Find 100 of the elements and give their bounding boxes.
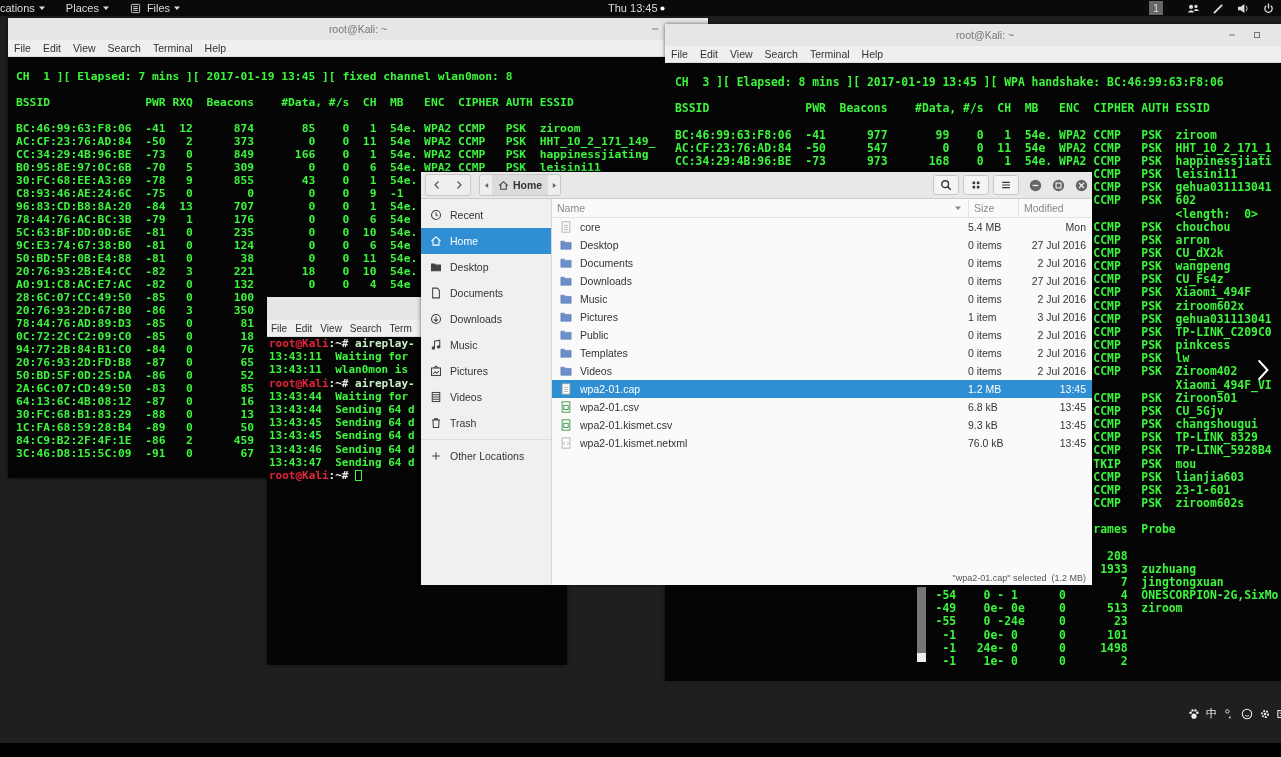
smiley-icon[interactable] <box>1241 707 1253 720</box>
sidebar-item[interactable]: Downloads <box>421 306 551 332</box>
clock[interactable]: Thu 13:45 <box>608 1 658 15</box>
terminal-line: 13:43:11 Waiting for <box>269 350 409 364</box>
file-row[interactable]: core 5.4 MB Mon <box>552 218 1092 236</box>
minimize-icon[interactable] <box>1029 178 1042 192</box>
terminal-line: CCMP PSK CU_dX2k <box>1093 247 1224 261</box>
menu-item[interactable]: Edit <box>42 41 61 55</box>
terminal-line: 7 jingtongxuan <box>1119 575 1224 589</box>
folder-icon <box>560 347 572 359</box>
column-header[interactable]: Modified <box>1018 199 1092 217</box>
sidebar-item[interactable]: Videos <box>421 384 551 410</box>
terminal-line: CCMP PSK ziroom602s <box>1093 496 1245 511</box>
folder-icon <box>560 365 572 377</box>
column-header[interactable]: Size <box>968 199 1018 217</box>
folder-icon <box>560 329 572 341</box>
menu-item[interactable]: File <box>14 41 31 55</box>
folder-icon <box>560 275 572 287</box>
trash-icon <box>430 417 442 429</box>
file-row[interactable]: wpa2-01.cap 1.2 MB 13:45 <box>552 380 1092 398</box>
menu-item[interactable]: View <box>73 41 96 55</box>
people-icon[interactable] <box>1187 2 1200 14</box>
sort-caret-icon[interactable] <box>954 204 962 212</box>
file-size: 9.3 kB <box>968 419 999 431</box>
sidebar-item[interactable]: Home <box>421 228 551 254</box>
sidebar-item[interactable]: Music <box>421 332 551 358</box>
column-header[interactable]: Name <box>552 199 954 217</box>
spreadsheet-icon <box>560 419 572 431</box>
menu-item[interactable]: Terminal <box>809 47 850 61</box>
menu-item[interactable]: Search <box>107 41 141 55</box>
terminal-line: 50:BD:5F:0D:25:DA -86 0 52 <box>16 369 255 382</box>
terminal-line: 208 <box>1106 549 1128 563</box>
scrollbar[interactable] <box>917 587 926 662</box>
file-row[interactable]: Documents 0 items 2 Jul 2016 <box>552 254 1092 272</box>
menu-item[interactable]: Edit <box>699 47 718 61</box>
terminal-line: BC:46:99:63:F8:06 -41 977 99 0 1 54e. WPA2 CCMP PSK ziroom <box>675 128 1217 142</box>
terminal-line: 78:44:76:AC:BC:3B -79 1 176 0 0 6 54e <box>16 213 411 226</box>
menu-button[interactable] <box>993 175 1019 195</box>
sidebar-item[interactable]: Other Locations <box>421 443 551 469</box>
folder-icon <box>430 261 442 273</box>
terminal-line: 5C:63:BF:DD:0D:6E -81 0 235 0 0 10 54e. <box>16 226 418 239</box>
terminal-line: CCMP PSK wangpeng <box>1093 260 1231 274</box>
file-row[interactable]: Templates 0 items 2 Jul 2016 <box>552 344 1092 362</box>
pen-icon[interactable] <box>1212 2 1225 14</box>
maximize-icon[interactable] <box>1052 178 1065 192</box>
file-row[interactable]: wpa2-01.kismet.netxml 76.0 kB 13:45 <box>552 434 1092 452</box>
menu-item[interactable]: Search <box>349 321 382 335</box>
path-button[interactable]: Home <box>492 175 549 195</box>
terminal-line: CH 1 ][ Elapsed: 7 mins ][ 2017-01-19 13:45 ][ fixed channel wlan0mon: 8 <box>16 70 513 83</box>
file-size: 0 items <box>968 365 1003 377</box>
menu-item[interactable]: Term <box>389 321 412 335</box>
grid-view-button[interactable] <box>963 175 989 195</box>
search-button[interactable] <box>933 175 959 195</box>
folder-icon <box>560 239 572 251</box>
speaker-icon[interactable] <box>1237 2 1250 14</box>
terminal-line: CCMP PSK CU_5Gjv <box>1093 404 1224 419</box>
files-menu[interactable]: Files <box>129 1 182 15</box>
menu-item[interactable]: View <box>320 321 342 335</box>
file-modified-date: 2 Jul 2016 <box>1036 365 1087 377</box>
sidebar-item[interactable]: Recent <box>421 202 551 228</box>
terminal-line: root@Kali:~# aireplay- <box>269 376 415 390</box>
terminal-line: AC:CF:23:76:AD:84 -50 547 0 0 11 54e WPA2 CCMP PSK HHT_10_2_171_1 <box>675 141 1272 155</box>
sidebar-item[interactable]: Trash <box>421 410 551 436</box>
file-row[interactable]: Music 0 items 2 Jul 2016 <box>552 290 1092 308</box>
close-icon[interactable] <box>1075 178 1088 192</box>
terminal-line: rames Probe <box>1093 523 1176 537</box>
file-row[interactable]: Public 0 items 2 Jul 2016 <box>552 326 1092 344</box>
maximize-icon[interactable] <box>1253 31 1261 39</box>
file-row[interactable]: Downloads 0 items 27 Jul 2016 <box>552 272 1092 290</box>
terminal-line: CCMP PSK pinkcess <box>1093 339 1231 353</box>
menu-item[interactable]: File <box>271 321 288 335</box>
sidebar-item[interactable]: Documents <box>421 280 551 306</box>
terminal-line: 78:44:76:AD:89:D3 -85 0 81 <box>16 317 255 330</box>
input-method-indicator[interactable]: 中 <box>1206 706 1217 721</box>
grid-icon <box>970 179 982 191</box>
file-row[interactable]: wpa2-01.csv 6.8 kB 13:45 <box>552 398 1092 416</box>
paw-icon[interactable] <box>1188 707 1200 720</box>
file-row[interactable]: Pictures 1 item 3 Jul 2016 <box>552 308 1092 326</box>
power-icon[interactable] <box>1262 2 1275 14</box>
menu-icon <box>1000 179 1012 191</box>
file-row[interactable]: Desktop 0 items 27 Jul 2016 <box>552 236 1092 254</box>
gear-icon[interactable] <box>1259 707 1271 720</box>
menu-item[interactable]: Search <box>764 47 798 61</box>
menu-item[interactable]: Help <box>861 47 884 61</box>
menu-item[interactable]: Help <box>204 41 227 55</box>
terminal-line: CCMP PSK 602 <box>1093 194 1197 208</box>
terminal-line: CCMP PSK chouchou <box>1093 220 1231 234</box>
menu-item[interactable]: View <box>730 47 753 61</box>
file-name: wpa2-01.kismet.csv <box>580 419 674 431</box>
sidebar-item[interactable]: Pictures <box>421 358 551 384</box>
terminal-line: C8:93:46:AE:24:6C -75 0 0 0 0 9 -1 <box>16 187 404 200</box>
applications-menu[interactable]: cations <box>0 1 46 15</box>
menu-item[interactable]: Edit <box>295 321 313 335</box>
sidebar-item[interactable]: Desktop <box>421 254 551 280</box>
places-menu[interactable]: Places <box>65 1 110 15</box>
workspace-indicator[interactable]: 1 <box>1148 1 1163 15</box>
file-row[interactable]: Videos 0 items 2 Jul 2016 <box>552 362 1092 380</box>
menu-item[interactable]: File <box>671 47 688 61</box>
file-row[interactable]: wpa2-01.kismet.csv 9.3 kB 13:45 <box>552 416 1092 434</box>
menu-item[interactable]: Terminal <box>152 41 193 55</box>
